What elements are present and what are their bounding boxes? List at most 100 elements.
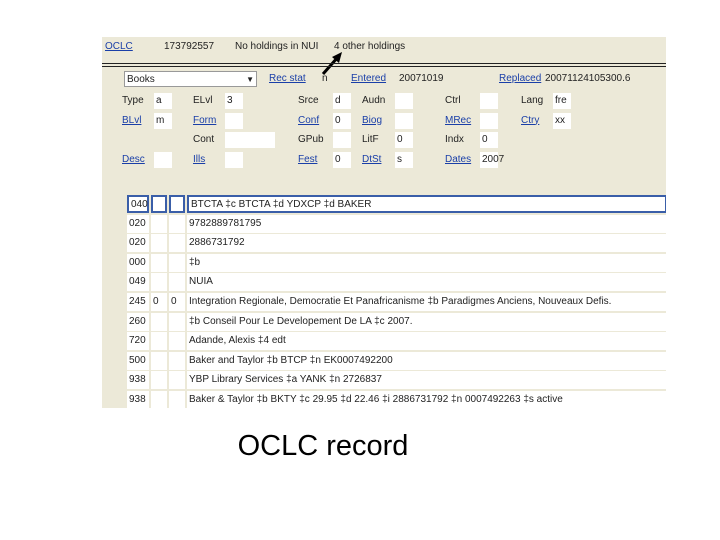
fixed-field-input[interactable] [154,151,172,168]
indicator-1[interactable] [151,332,167,351]
fixed-field-input[interactable]: 0 [333,151,351,168]
field-text[interactable]: NUIA [187,273,666,292]
fixed-field-input[interactable] [225,112,243,129]
fixed-field-label[interactable]: Conf [298,115,319,126]
field-text[interactable]: 9782889781795 [187,214,666,233]
fixed-field-input[interactable]: m [154,112,172,129]
field-text[interactable]: Baker & Taylor ‡b BKTY ‡c 29.95 ‡d 22.46… [187,391,666,408]
indicator-1[interactable] [151,253,167,272]
indicator-1[interactable] [151,351,167,370]
field-text[interactable]: Adande, Alexis ‡4 edt [187,332,666,351]
fixed-field-label: Audn [362,95,386,106]
indicator-2[interactable] [169,332,185,351]
indicator-2[interactable] [169,351,185,370]
field-tag[interactable]: 500 [127,351,149,370]
replaced-label[interactable]: Replaced [499,73,541,84]
indicator-1[interactable] [151,214,167,233]
field-tag[interactable]: 938 [127,391,149,408]
field-row[interactable]: 938 YBP Library Services ‡a YANK ‡n 27268… [127,371,666,390]
fixed-field-input[interactable] [395,93,413,109]
field-tag[interactable]: 040 [127,195,149,213]
field-text[interactable]: Integration Regionale, Democratie Et Pan… [187,293,666,311]
fixed-field-input[interactable]: s [395,151,413,168]
fixed-field-input[interactable] [225,151,243,168]
field-tag[interactable]: 049 [127,273,149,292]
fixed-field-input[interactable]: 0 [480,132,498,148]
fixed-field-input[interactable]: 2007 [480,151,504,168]
format-select-value: Books [127,74,155,85]
indicator-2[interactable] [169,195,185,213]
fixed-field-label[interactable]: Dates [445,154,471,165]
fixed-field-label[interactable]: Ctry [521,115,539,126]
field-tag[interactable]: 260 [127,312,149,331]
fixed-field-input[interactable]: 3 [225,93,243,109]
indicator-1[interactable] [151,273,167,292]
indicator-2[interactable] [169,214,185,233]
fixed-field-input[interactable] [480,112,498,129]
fixed-field-label[interactable]: Fest [298,154,317,165]
fixed-field-input[interactable] [480,93,498,109]
fixed-field-input[interactable]: xx [553,112,571,129]
fixed-field-label[interactable]: Form [193,115,216,126]
field-tag[interactable]: 245 [127,293,149,311]
field-row[interactable]: 020 9782889781795 [127,214,666,234]
fixed-field-input[interactable] [395,112,413,129]
field-text[interactable]: ‡b [187,253,666,272]
fixed-field-label[interactable]: DtSt [362,154,381,165]
fixed-field-label[interactable]: Ills [193,154,205,165]
indicator-1[interactable] [151,391,167,408]
field-tag[interactable]: 720 [127,332,149,351]
field-text[interactable]: ‡b Conseil Pour Le Developement De LA ‡c… [187,312,666,331]
field-row[interactable]: 040 BTCTA ‡c BTCTA ‡d YDXCP ‡d BAKER [127,195,666,214]
fixed-field-label[interactable]: BLvl [122,115,141,126]
format-select[interactable]: Books ▼ [124,71,257,87]
indicator-2[interactable] [169,391,185,408]
indicator-1[interactable] [151,312,167,331]
field-row[interactable]: 260 ‡b Conseil Pour Le Developement De LA… [127,312,666,332]
fixed-field-input[interactable]: 0 [333,112,351,129]
fixed-field-label[interactable]: Desc [122,154,145,165]
indicator-2[interactable] [169,312,185,331]
fixed-field-label[interactable]: MRec [445,115,471,126]
field-row[interactable]: 720 Adande, Alexis ‡4 edt [127,332,666,351]
fixed-field-input[interactable]: 0 [395,132,413,148]
other-holdings[interactable]: 4 other holdings [334,41,405,52]
replaced-value: 20071124105300.6 [545,73,631,84]
fixed-field-input[interactable] [333,132,351,148]
fixed-field-input[interactable] [225,132,275,148]
fixed-field-label: Srce [298,95,319,106]
field-text[interactable]: BTCTA ‡c BTCTA ‡d YDXCP ‡d BAKER [187,195,666,213]
field-tag[interactable]: 000 [127,253,149,272]
field-row[interactable]: 049 NUIA [127,273,666,292]
field-row[interactable]: 245 0 0 Integration Regionale, Democratie E… [127,293,666,312]
rec-stat-label[interactable]: Rec stat [269,73,306,84]
indicator-2[interactable] [169,253,185,272]
fixed-field-label[interactable]: Biog [362,115,382,126]
indicator-1[interactable] [151,195,167,213]
field-text[interactable]: 2886731792 [187,234,666,253]
oclc-label[interactable]: OCLC [105,41,133,52]
indicator-2[interactable] [169,273,185,292]
indicator-1[interactable] [151,234,167,253]
field-tag[interactable]: 020 [127,234,149,253]
field-row[interactable]: 938 Baker & Taylor ‡b BKTY ‡c 29.95 ‡d 22… [127,391,666,408]
indicator-1[interactable]: 0 [151,293,167,311]
field-tag[interactable]: 020 [127,214,149,233]
field-text[interactable]: YBP Library Services ‡a YANK ‡n 2726837 [187,371,666,390]
field-tag[interactable]: 938 [127,371,149,390]
field-text[interactable]: Baker and Taylor ‡b BTCP ‡n EK0007492200 [187,351,666,370]
fixed-field-input[interactable]: fre [553,93,571,109]
indicator-2[interactable] [169,371,185,390]
indicator-2[interactable] [169,234,185,253]
entered-label[interactable]: Entered [351,73,386,84]
divider [102,63,666,64]
field-row[interactable]: 500 Baker and Taylor ‡b BTCP ‡n EK0007492… [127,351,666,371]
fixed-field-input[interactable]: a [154,93,172,109]
fixed-field-label: Type [122,95,144,106]
indicator-2[interactable]: 0 [169,293,185,311]
field-row[interactable]: 000 ‡b [127,253,666,273]
oclc-number: 173792557 [164,41,215,52]
fixed-field-input[interactable]: d [333,93,351,109]
field-row[interactable]: 020 2886731792 [127,234,666,253]
indicator-1[interactable] [151,371,167,390]
